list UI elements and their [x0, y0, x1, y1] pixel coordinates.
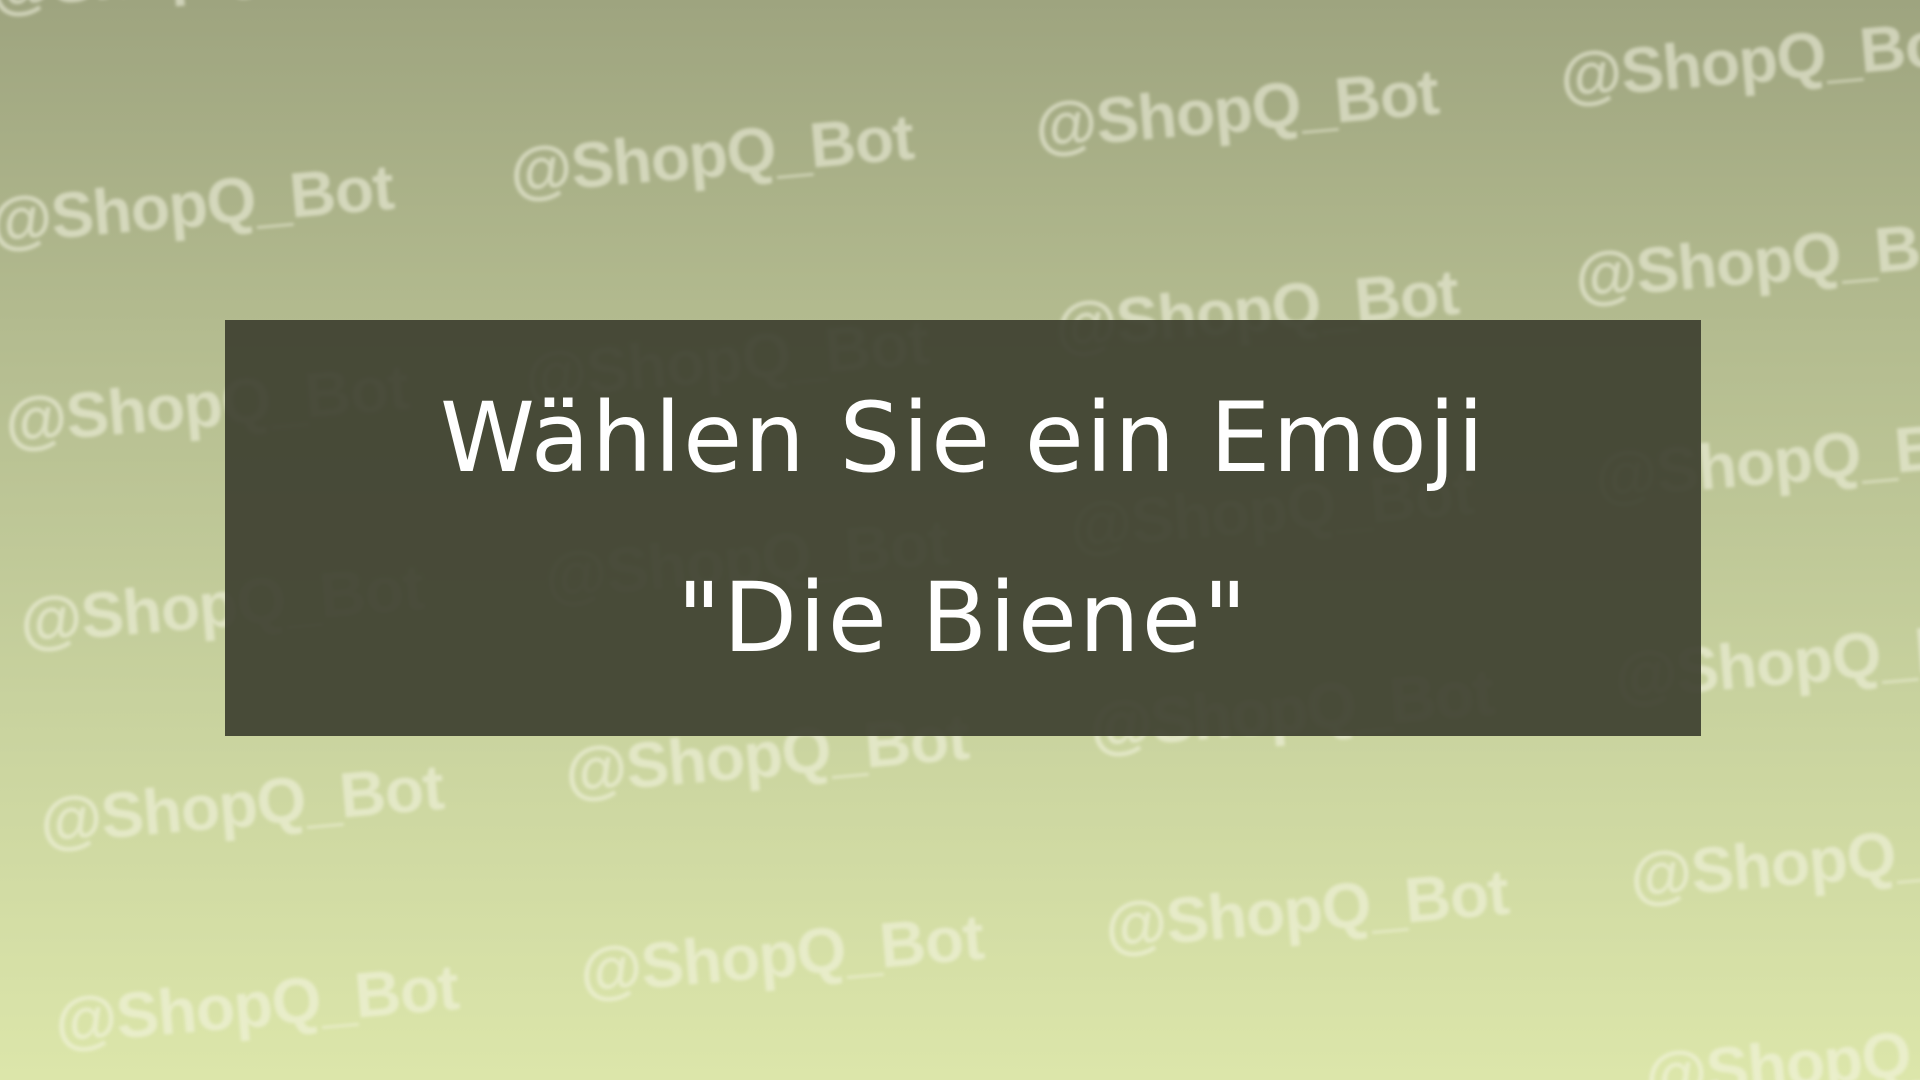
watermark-text: @ShopQ_Bot — [0, 0, 396, 24]
title-card: Wählen Sie ein Emoji "Die Biene" — [225, 320, 1701, 736]
watermark-text: @ShopQ_Bot — [1101, 855, 1511, 963]
watermark-text: @ShopQ_Bot — [576, 900, 986, 1008]
watermark-text: @ShopQ_Bot — [51, 950, 461, 1058]
watermark-text: @ShopQ_Bot — [1571, 205, 1920, 313]
card-subtitle: "Die Biene" — [677, 562, 1249, 674]
watermark-text: @ShopQ_Bot — [1031, 55, 1441, 163]
watermark-text: @ShopQ_Bot — [1626, 805, 1920, 913]
card-title: Wählen Sie ein Emoji — [439, 382, 1487, 494]
watermark-text: @ShopQ_Bot — [1556, 5, 1920, 113]
watermark-text: @ShopQ_Bot — [1641, 1005, 1920, 1080]
watermark-text: @ShopQ_Bot — [36, 750, 446, 858]
watermark-text: @ShopQ_Bot — [0, 150, 396, 258]
watermark-text: @ShopQ_Bot — [506, 100, 916, 208]
